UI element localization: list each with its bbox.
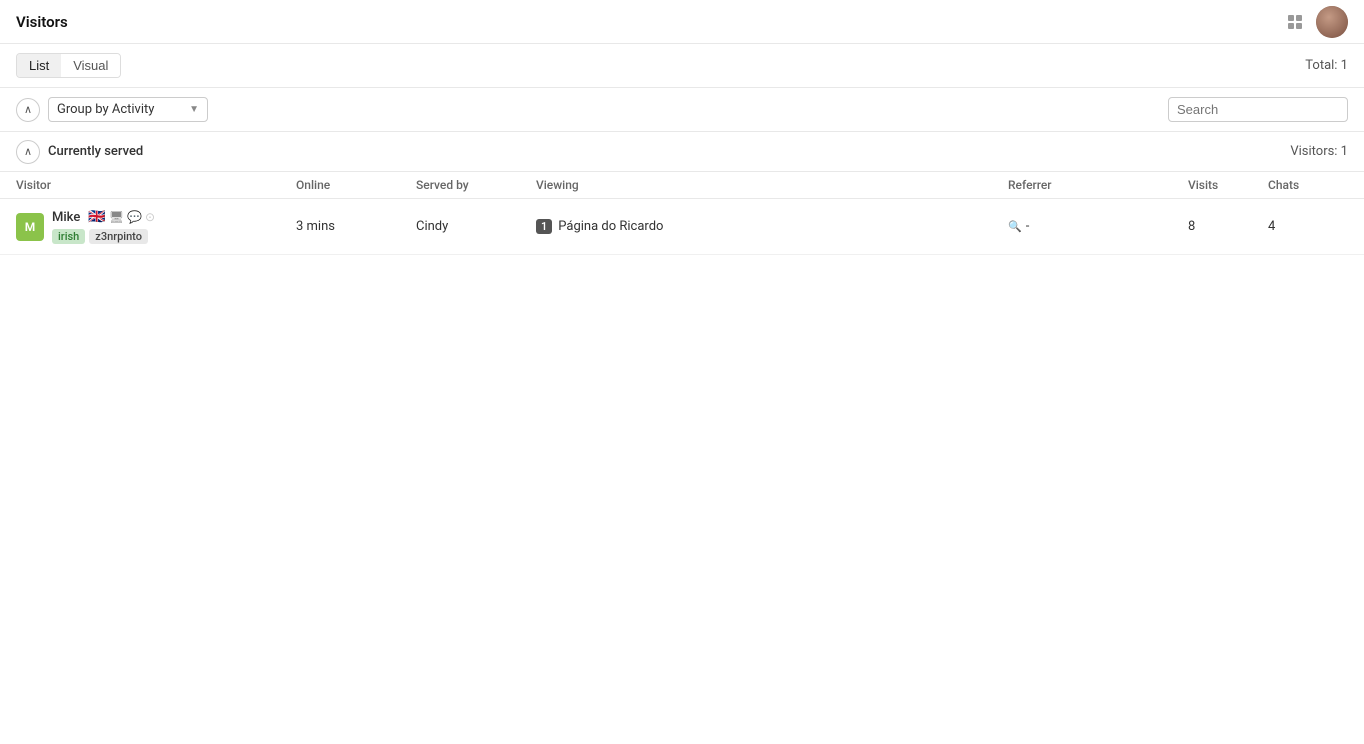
search-input[interactable] bbox=[1168, 97, 1348, 122]
referrer-value: - bbox=[1026, 219, 1030, 234]
avatar-image bbox=[1316, 6, 1348, 38]
col-viewing: Viewing bbox=[536, 178, 1008, 192]
filter-left: ∧ Group by Activity ▼ bbox=[16, 97, 208, 122]
visits-cell: 8 bbox=[1188, 219, 1268, 234]
chats-count: 4 bbox=[1268, 219, 1275, 234]
table-header: Visitor Online Served by Viewing Referre… bbox=[0, 172, 1364, 199]
col-served-by: Served by bbox=[416, 178, 536, 192]
section-visitors-count: Visitors: 1 bbox=[1290, 144, 1348, 159]
visitors-table: Visitor Online Served by Viewing Referre… bbox=[0, 172, 1364, 255]
group-by-label: Group by Activity bbox=[57, 102, 154, 117]
toolbar-left: List Visual bbox=[16, 53, 121, 78]
filter-row: ∧ Group by Activity ▼ bbox=[0, 88, 1364, 132]
search-ref-icon: 🔍 bbox=[1008, 220, 1022, 233]
user-avatar[interactable] bbox=[1316, 6, 1348, 38]
visitor-info: Mike 🇬🇧 🖥 💬 ⊙ irish z3nrpinto bbox=[52, 209, 155, 244]
viewing-page: Página do Ricardo bbox=[558, 219, 663, 234]
chat-icon: 💬 bbox=[127, 210, 142, 224]
chevron-up-icon: ∧ bbox=[24, 103, 32, 116]
section-collapse-button[interactable]: ∧ bbox=[16, 140, 40, 164]
desktop-icon: 🖥 bbox=[109, 210, 124, 224]
col-visits: Visits bbox=[1188, 178, 1268, 192]
grid-view-icon[interactable] bbox=[1286, 13, 1304, 31]
chats-cell: 4 bbox=[1268, 219, 1348, 234]
col-online: Online bbox=[296, 178, 416, 192]
col-chats: Chats bbox=[1268, 178, 1348, 192]
visitor-flags: 🇬🇧 🖥 💬 ⊙ bbox=[88, 209, 155, 225]
served-by-cell: Cindy bbox=[416, 219, 536, 234]
section-title: Currently served bbox=[48, 144, 143, 159]
col-referrer: Referrer bbox=[1008, 178, 1188, 192]
visitor-avatar: M bbox=[16, 213, 44, 241]
served-by-name: Cindy bbox=[416, 219, 448, 234]
section-header-left: ∧ Currently served bbox=[16, 140, 143, 164]
header-right bbox=[1286, 6, 1348, 38]
visits-count: 8 bbox=[1188, 219, 1195, 234]
tab-visual[interactable]: Visual bbox=[61, 54, 120, 77]
visitor-cell: M Mike 🇬🇧 🖥 💬 ⊙ irish z3nrp bbox=[16, 209, 296, 244]
section-header: ∧ Currently served Visitors: 1 bbox=[0, 132, 1364, 172]
search-wrapper bbox=[1168, 97, 1348, 122]
collapse-button[interactable]: ∧ bbox=[16, 98, 40, 122]
circle-icon: ⊙ bbox=[145, 210, 155, 224]
header-left: Visitors bbox=[16, 13, 68, 31]
visitor-tags: irish z3nrpinto bbox=[52, 229, 155, 244]
total-count: Total: 1 bbox=[1305, 58, 1348, 73]
page-title: Visitors bbox=[16, 13, 68, 31]
online-duration: 3 mins bbox=[296, 219, 335, 234]
online-cell: 3 mins bbox=[296, 219, 416, 234]
referrer-cell: 🔍 - bbox=[1008, 219, 1188, 234]
tag-irish: irish bbox=[52, 229, 85, 244]
viewing-cell: 1 Página do Ricardo bbox=[536, 219, 1008, 234]
page-count-badge: 1 bbox=[536, 219, 552, 234]
section-chevron-up-icon: ∧ bbox=[24, 145, 32, 158]
visitor-name-row: Mike 🇬🇧 🖥 💬 ⊙ bbox=[52, 209, 155, 225]
view-tabs: List Visual bbox=[16, 53, 121, 78]
chevron-down-icon: ▼ bbox=[189, 104, 199, 115]
table-row[interactable]: M Mike 🇬🇧 🖥 💬 ⊙ irish z3nrp bbox=[0, 199, 1364, 255]
visitor-name: Mike bbox=[52, 210, 80, 225]
visitor-initials: M bbox=[25, 220, 36, 234]
col-visitor: Visitor bbox=[16, 178, 296, 192]
tag-username: z3nrpinto bbox=[89, 229, 148, 244]
toolbar: List Visual Total: 1 bbox=[0, 44, 1364, 88]
page-header: Visitors bbox=[0, 0, 1364, 44]
flag-gb-icon: 🇬🇧 bbox=[88, 209, 105, 225]
group-by-select[interactable]: Group by Activity ▼ bbox=[48, 97, 208, 122]
tab-list[interactable]: List bbox=[17, 54, 61, 77]
